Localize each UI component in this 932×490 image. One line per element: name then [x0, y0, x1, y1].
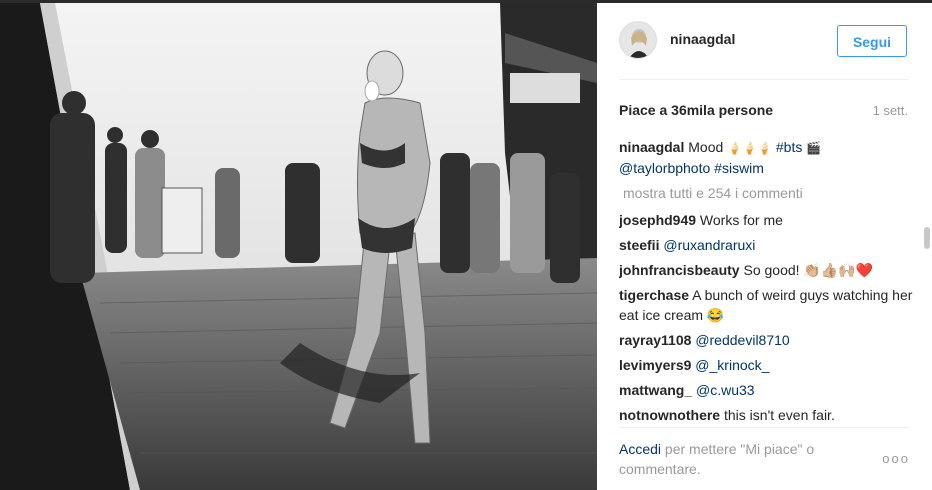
comments-scrollbar[interactable]	[924, 131, 930, 431]
post-time[interactable]: 1 sett.	[873, 103, 908, 118]
likes-count[interactable]: Piace a 36mila persone	[619, 102, 773, 118]
post-photo[interactable]	[0, 3, 597, 490]
caption-author[interactable]: ninaagdal	[619, 139, 684, 155]
footer-divider	[619, 427, 909, 428]
scrollbar-thumb[interactable]	[924, 227, 930, 249]
comment-text[interactable]: @reddevil8710	[695, 332, 789, 348]
avatar[interactable]	[619, 21, 657, 59]
post-header: ninaagdal Segui	[597, 3, 932, 79]
login-link[interactable]: Accedi	[619, 441, 661, 457]
comment-author[interactable]: johnfrancisbeauty	[619, 262, 740, 278]
comment-text[interactable]: @ruxandraruxi	[663, 237, 755, 253]
more-options-icon[interactable]: ooo	[882, 451, 910, 466]
comment-text: this isn't even fair.	[724, 407, 835, 422]
comment-author[interactable]: josephd949	[619, 212, 696, 228]
caption-text: Mood	[688, 139, 728, 155]
comment-item: notnownothere this isn't even fair.	[619, 405, 919, 422]
hashtag-bts[interactable]: #bts	[776, 139, 802, 155]
post-sidebar: ninaagdal Segui Piace a 36mila persone 1…	[597, 3, 932, 490]
comment-author[interactable]: tigerchase	[619, 287, 689, 303]
comment-item: josephd949 Works for me	[619, 210, 919, 230]
header-divider	[619, 79, 909, 80]
caption: ninaagdal Mood 🍦🍦🍦 #bts 🎬 @taylorbphoto …	[619, 137, 919, 178]
post-username[interactable]: ninaagdal	[670, 31, 735, 47]
ice-cream-emoji: 🍦🍦🍦	[727, 141, 772, 155]
comment-author[interactable]: levimyers9	[619, 357, 691, 373]
hashtag-siswim[interactable]: #siswim	[714, 160, 764, 176]
comments-list: ninaagdal Mood 🍦🍦🍦 #bts 🎬 @taylorbphoto …	[619, 137, 919, 422]
view-all-comments-link[interactable]: mostra tutti e 254 i commenti	[623, 183, 919, 203]
comment-text[interactable]: @_krinock_	[695, 357, 769, 373]
comment-item: mattwang_ @c.wu33	[619, 380, 919, 400]
mention-taylorbphoto[interactable]: @taylorbphoto	[619, 160, 710, 176]
comment-author[interactable]: mattwang_	[619, 382, 692, 398]
comment-item: levimyers9 @_krinock_	[619, 355, 919, 375]
avatar-image	[620, 22, 656, 58]
follow-button[interactable]: Segui	[837, 25, 907, 57]
photo-illustration	[0, 3, 597, 490]
comment-author[interactable]: notnownothere	[619, 407, 720, 422]
comment-item: tigerchase A bunch of weird guys watchin…	[619, 285, 919, 325]
comment-author[interactable]: steefii	[619, 237, 659, 253]
clapper-emoji: 🎬	[806, 141, 822, 155]
login-prompt: Accedi per mettere "Mi piace" o commenta…	[619, 439, 859, 479]
comment-text[interactable]: @c.wu33	[696, 382, 755, 398]
comment-text: Works for me	[699, 212, 783, 228]
comment-author[interactable]: rayray1108	[619, 332, 691, 348]
comment-item: rayray1108 @reddevil8710	[619, 330, 919, 350]
comment-item: johnfrancisbeauty So good! 👏🏼👍🏼🙌🏼❤️	[619, 260, 919, 280]
comment-item: steefii @ruxandraruxi	[619, 235, 919, 255]
comment-text: So good! 👏🏼👍🏼🙌🏼❤️	[743, 262, 874, 278]
